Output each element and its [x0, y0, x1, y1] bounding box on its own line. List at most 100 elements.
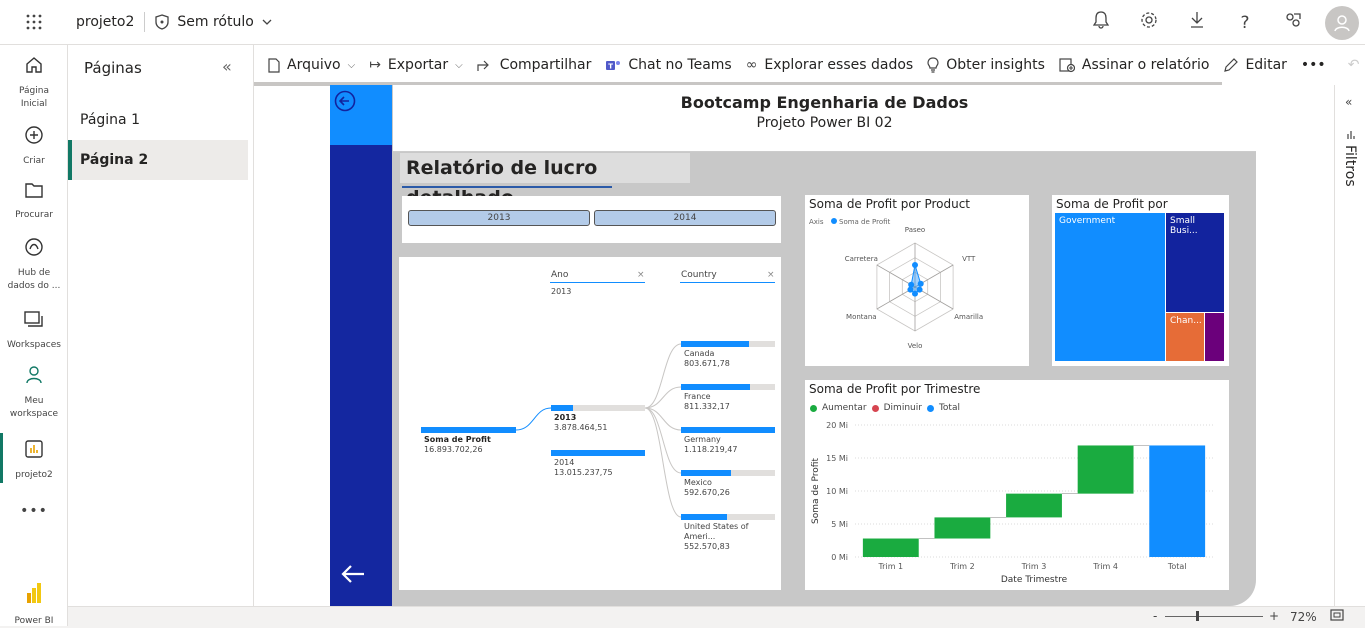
decomp-country-0-label: Canada 803.671,78 [684, 349, 730, 368]
decomp-country-4-bar[interactable] [681, 514, 728, 520]
decomp-root-bar[interactable] [421, 427, 516, 433]
editar-label: Editar [1245, 57, 1287, 73]
y-tick-label: 15 Mi [826, 454, 848, 463]
compartilhar-button[interactable]: Compartilhar [477, 57, 591, 73]
collapse-pane-icon[interactable]: « [222, 57, 232, 76]
nav-create[interactable]: Criar [0, 125, 68, 168]
decomp-year-2014-bar[interactable] [551, 450, 645, 456]
svg-text:T: T [609, 62, 614, 70]
editar-button[interactable]: Editar [1223, 57, 1287, 73]
treemap-chart: Soma de Profit por Segment Government Sm… [1052, 195, 1229, 366]
pencil-icon [1224, 57, 1239, 72]
filters-pane[interactable]: « Filtros [1334, 85, 1365, 606]
report-header: Bootcamp Engenharia de Dados Projeto Pow… [393, 85, 1256, 152]
treemap-item-government[interactable]: Government [1054, 212, 1166, 362]
pages-heading: Páginas [84, 59, 142, 77]
nav-home[interactable]: Página Inicial [0, 55, 68, 111]
insights-button[interactable]: Obter insights [927, 57, 1045, 73]
teams-button[interactable]: T Chat no Teams [605, 57, 732, 73]
shield-icon [155, 14, 170, 30]
x-tick-label: Trim 4 [1092, 562, 1118, 571]
waterfall-plot: 0 Mi 5 Mi 10 Mi 15 Mi 20 Mi Soma de Profit Tri… [811, 421, 1213, 585]
filters-label: Filtros [1342, 145, 1358, 187]
subscribe-icon [1059, 58, 1075, 73]
nav-projeto2[interactable]: projeto2 [0, 439, 68, 482]
slicer-option-2014[interactable]: 2014 [594, 210, 776, 226]
decomp-country-0-bar[interactable] [681, 341, 749, 347]
report-icon [0, 439, 68, 465]
radar-axis-label: VTT [962, 255, 976, 263]
download-icon[interactable] [1173, 11, 1221, 34]
sensitivity-label[interactable]: Sem rótulo [155, 14, 272, 30]
teams-label: Chat no Teams [628, 57, 732, 73]
status-bar: - + 72% [68, 606, 1365, 626]
help-icon[interactable]: ? [1221, 13, 1269, 33]
treemap-item-other[interactable] [1204, 312, 1225, 362]
page-item-2[interactable]: Página 2 [68, 140, 248, 180]
back-circle-icon[interactable] [334, 90, 356, 116]
decomp-country-2-bar[interactable] [681, 427, 775, 433]
undo-icon: ↶ [1347, 57, 1360, 73]
arquivo-menu[interactable]: Arquivo ⌵ [268, 57, 355, 73]
report-page: Bootcamp Engenharia de Dados Projeto Pow… [330, 85, 1256, 606]
page-item-1[interactable]: Página 1 [68, 100, 248, 140]
feedback-icon[interactable] [1269, 11, 1317, 34]
slicer-option-2013[interactable]: 2013 [408, 210, 590, 226]
decomp-link-country-4 [644, 407, 682, 518]
nav-my-workspace[interactable]: Meu workspace [0, 365, 68, 421]
radar-plot: Paseo VTT Amarilla Velo Montana Carretera [845, 226, 983, 350]
home-icon [0, 55, 68, 81]
report-subtitle: Projeto Power BI 02 [756, 115, 893, 131]
chevron-down-icon [262, 19, 272, 25]
avatar[interactable] [1325, 5, 1359, 40]
decomp-root-label: Soma de Profit 16.893.702,26 [424, 435, 491, 454]
decomp-link-root [515, 407, 552, 431]
more-options-button[interactable]: ••• [1301, 57, 1326, 73]
decomp-year-2013-bar[interactable] [551, 405, 573, 411]
zoom-in-button[interactable]: + [1269, 609, 1279, 623]
zoom-slider-thumb[interactable] [1196, 611, 1199, 621]
decomp-country-1-label: France 811.332,17 [684, 392, 730, 411]
nav-browse[interactable]: Procurar [0, 181, 68, 222]
share-icon [477, 60, 489, 71]
bell-icon[interactable] [1077, 11, 1125, 34]
expand-icon[interactable]: « [1345, 95, 1352, 109]
y-tick-label: 0 Mi [831, 553, 848, 562]
report-sidebar [330, 85, 392, 606]
nav-datahub[interactable]: Hub de dados do ... [0, 237, 68, 293]
decomp-country-3-bar[interactable] [681, 470, 731, 476]
workspaces-icon [0, 309, 68, 335]
back-arrow-icon[interactable] [340, 563, 366, 589]
zoom-out-button[interactable]: - [1153, 609, 1157, 623]
powerbi-brand: Power BI [0, 581, 68, 628]
report-title: Bootcamp Engenharia de Dados [680, 93, 969, 112]
decomp-country-1-bar[interactable] [681, 384, 750, 390]
divider [144, 12, 146, 32]
gear-icon[interactable] [1125, 11, 1173, 34]
nav-create-label: Criar [23, 156, 45, 166]
workspace-title[interactable]: projeto2 [76, 14, 134, 30]
nav-my-workspace-label: Meu workspace [9, 396, 59, 419]
x-tick-label: Trim 3 [1021, 562, 1047, 571]
radar-point [912, 262, 918, 268]
explorar-button[interactable]: ∞ Explorar esses dados [746, 57, 913, 73]
assinar-button[interactable]: Assinar o relatório [1059, 57, 1209, 73]
chevron-down-icon: ⌵ [347, 59, 356, 71]
treemap-item-channel[interactable]: Chan... [1165, 312, 1205, 362]
radar-point [908, 281, 915, 288]
zoom-slider[interactable] [1165, 616, 1263, 617]
nav-more-icon[interactable]: ••• [0, 504, 68, 518]
exportar-label: Exportar [387, 57, 449, 73]
radar-axis-label: Amarilla [954, 313, 983, 321]
nav-workspaces-label: Workspaces [7, 340, 61, 350]
treemap-item-small-business[interactable]: Small Busi... [1165, 212, 1225, 313]
decomp-year-2013-label: 2013 3.878.464,51 [554, 413, 608, 432]
radar-axis-label: Velo [908, 342, 923, 350]
app-launcher-icon[interactable] [0, 0, 68, 45]
teams-icon: T [606, 60, 621, 70]
fit-page-icon[interactable] [1330, 609, 1344, 624]
x-tick-label: Trim 1 [877, 562, 903, 571]
exportar-menu[interactable]: ↦ Exportar ⌵ [369, 57, 463, 73]
sensitivity-text: Sem rótulo [177, 14, 254, 30]
nav-workspaces[interactable]: Workspaces [0, 309, 68, 352]
